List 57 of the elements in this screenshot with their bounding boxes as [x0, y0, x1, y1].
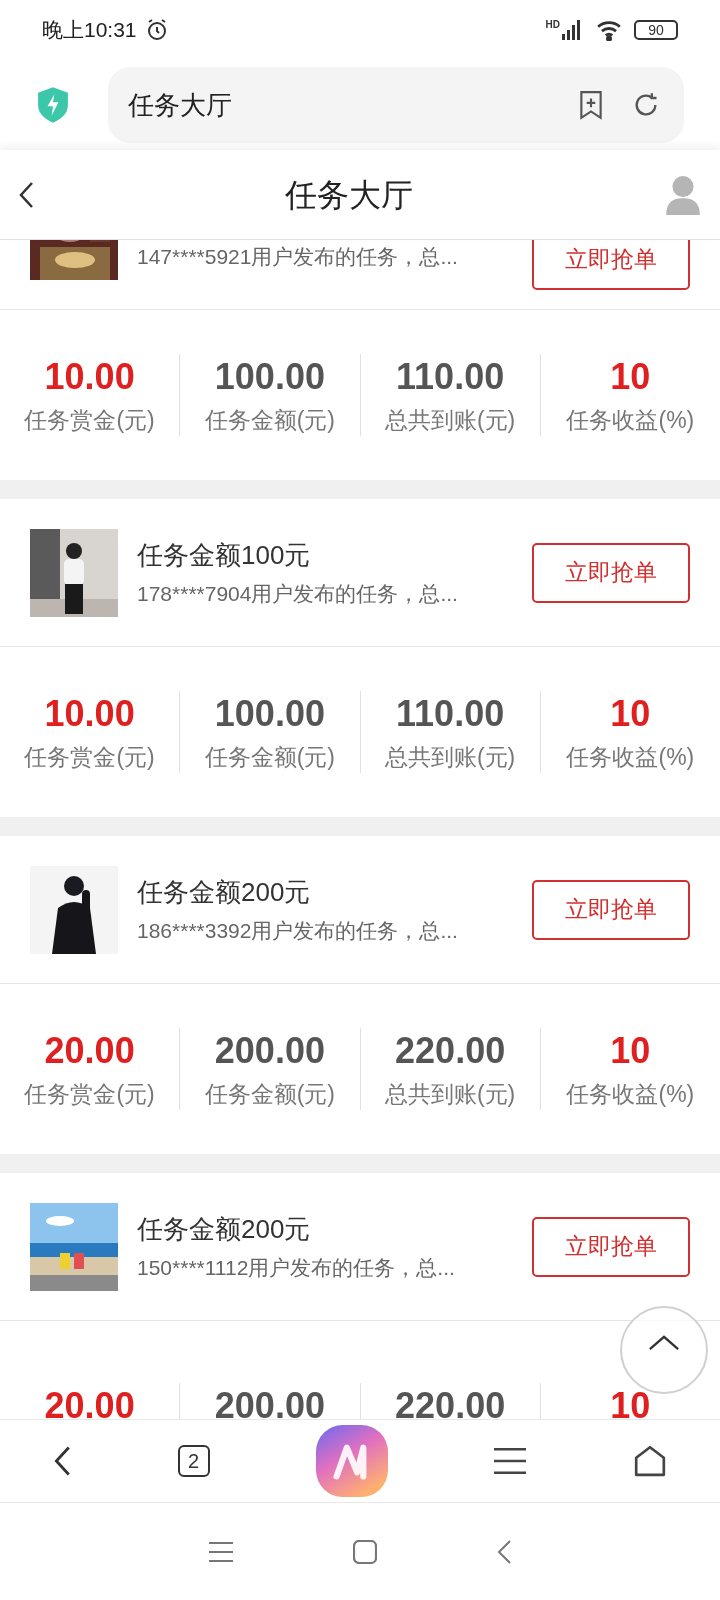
app-logo-icon[interactable]	[315, 1425, 388, 1497]
tabs-button[interactable]: 2	[177, 1445, 210, 1477]
wifi-icon	[596, 19, 622, 41]
address-bar[interactable]: 任务大厅	[108, 67, 684, 143]
stat-label: 任务金额(元)	[204, 406, 336, 435]
stat-label: 任务收益(%)	[566, 743, 695, 772]
bookmark-add-icon[interactable]	[578, 90, 604, 120]
stat-label: 任务收益(%)	[566, 1080, 695, 1109]
task-title: 任务金额200元	[137, 1212, 312, 1246]
network-label: HD	[545, 20, 560, 30]
stat-label: 总共到账(元)	[384, 406, 516, 435]
signal-icon	[562, 20, 582, 40]
stat-value: 10	[610, 692, 651, 736]
task-description: 147****5921用户发布的任务，总...	[137, 243, 459, 270]
back-icon[interactable]	[18, 180, 34, 209]
stat-value: 220.00	[395, 1029, 506, 1073]
grab-order-button[interactable]: 立即抢单	[532, 1216, 690, 1277]
stat-label: 任务赏金(元)	[24, 1080, 155, 1109]
task-description: 178****7904用户发布的任务，总...	[137, 580, 459, 607]
stat-value: 20.00	[44, 1384, 135, 1419]
task-title: 任务金额100元	[137, 538, 312, 572]
status-time: 晚上10:31	[42, 17, 137, 44]
stat-label: 任务金额(元)	[204, 1080, 336, 1109]
stat-value: 200.00	[214, 1029, 325, 1073]
battery-indicator: 90	[634, 20, 678, 40]
stat-label: 总共到账(元)	[384, 1080, 516, 1109]
menu-icon[interactable]	[209, 1540, 233, 1563]
stat-value: 20.00	[44, 1029, 135, 1073]
task-description: 186****3392用户发布的任务，总...	[137, 917, 459, 944]
stat-label: 任务赏金(元)	[24, 406, 155, 435]
back-icon[interactable]	[53, 1445, 72, 1477]
menu-icon[interactable]	[494, 1447, 527, 1475]
stat-value: 200.00	[214, 1384, 325, 1419]
stat-value: 100.00	[214, 692, 325, 736]
stat-label: 总共到账(元)	[384, 743, 516, 772]
chevron-up-icon	[648, 1333, 680, 1351]
stat-value: 10	[610, 1384, 651, 1419]
stat-value: 10.00	[44, 355, 135, 399]
stat-value: 110.00	[396, 355, 505, 399]
page-title: 任务大厅	[284, 175, 414, 215]
stat-value: 10.00	[44, 692, 135, 736]
refresh-icon[interactable]	[632, 91, 660, 119]
grab-order-button[interactable]: 立即抢单	[532, 879, 690, 940]
stat-value: 100.00	[214, 355, 325, 399]
stat-value: 10	[610, 1029, 651, 1073]
stat-label: 任务赏金(元)	[24, 743, 155, 772]
stat-value: 220.00	[395, 1384, 506, 1419]
task-description: 150****1112用户发布的任务，总...	[137, 1254, 456, 1281]
home-icon[interactable]	[632, 1444, 667, 1478]
grab-order-button[interactable]: 立即抢单	[532, 542, 690, 603]
stat-value: 110.00	[396, 692, 505, 736]
stat-label: 任务收益(%)	[566, 406, 695, 435]
task-title: 任务金额200元	[137, 875, 312, 909]
home-icon[interactable]	[353, 1539, 377, 1564]
grab-order-button[interactable]: 立即抢单	[532, 240, 690, 290]
stat-label: 任务金额(元)	[204, 743, 336, 772]
stat-value: 10	[610, 355, 651, 399]
